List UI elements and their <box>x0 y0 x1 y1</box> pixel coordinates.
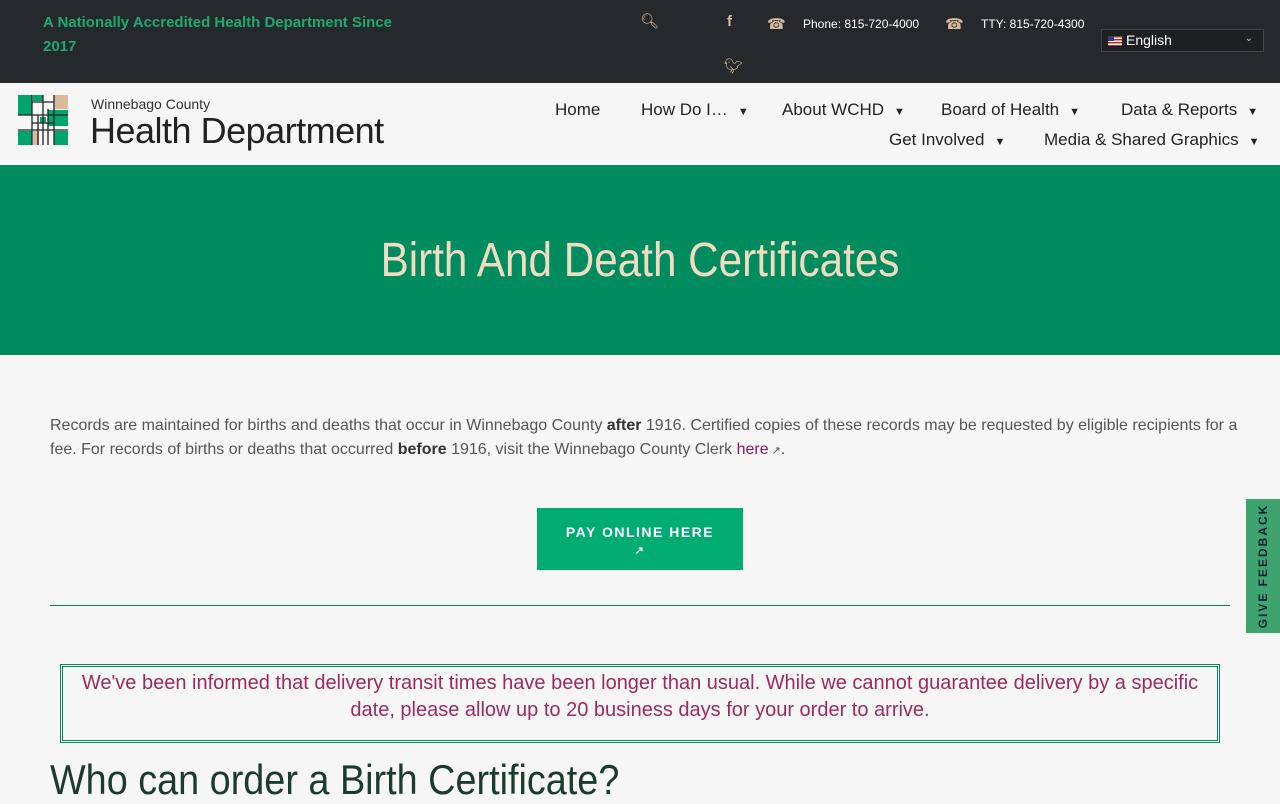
nav-board-of-health[interactable]: Board of Health ▼ <box>941 100 1080 120</box>
logo-department-text: Health Department <box>90 110 384 151</box>
nav-label: Media & Shared Graphics <box>1044 130 1239 149</box>
nav-how-do-i[interactable]: How Do I… ▼ <box>641 100 749 120</box>
intro-bold: after <box>606 417 642 434</box>
search-icon[interactable]: 🔍︎ <box>640 12 659 30</box>
caret-down-icon: ▼ <box>737 106 749 118</box>
nav-label: Data & Reports <box>1121 100 1238 119</box>
accreditation-text: A Nationally Accredited Health Departmen… <box>43 14 392 55</box>
external-link-icon: ↗ <box>768 445 781 457</box>
caret-down-icon: ▼ <box>994 136 1006 148</box>
nav-home[interactable]: Home <box>555 100 600 120</box>
intro-bold: before <box>397 441 447 458</box>
nav-label: Home <box>555 100 601 119</box>
tty-number[interactable]: TTY: 815-720-4300 <box>981 17 1084 31</box>
phone-icon: ☎ <box>945 16 964 33</box>
external-link-icon: ↗ <box>634 545 646 557</box>
language-label: English <box>1126 32 1172 48</box>
us-flag-icon <box>1108 36 1122 46</box>
nav-label: How Do I… <box>641 100 728 119</box>
facebook-icon[interactable]: f <box>727 13 732 30</box>
logo-icon[interactable] <box>18 95 68 145</box>
top-bar: A Nationally Accredited Health Departmen… <box>0 0 1280 83</box>
nav-label: Get Involved <box>889 130 985 149</box>
nav-label: About WCHD <box>782 100 885 119</box>
nav-get-involved[interactable]: Get Involved ▼ <box>889 130 1005 150</box>
caret-down-icon: ▼ <box>894 106 905 118</box>
nav-media[interactable]: Media & Shared Graphics ▼ <box>1044 130 1260 150</box>
intro-text: . <box>780 441 786 458</box>
nav-label: Board of Health <box>941 100 1060 119</box>
pay-button-label: PAY ONLINE HERE <box>565 524 715 540</box>
caret-down-icon: ▼ <box>1247 106 1259 118</box>
page-title: Birth And Death Certificates <box>380 234 900 287</box>
divider <box>50 605 1230 606</box>
hero-banner: Birth And Death Certificates <box>0 165 1280 355</box>
feedback-label: GIVE FEEDBACK <box>1256 503 1270 629</box>
section-heading: Who can order a Birth Certificate? <box>50 756 620 803</box>
pay-online-button[interactable]: PAY ONLINE HERE ↗ <box>537 508 743 570</box>
intro-text: Records are maintained for births and de… <box>50 417 607 434</box>
site-header: Winnebago County Health Department Home … <box>0 83 1280 165</box>
phone-number[interactable]: Phone: 815-720-4000 <box>803 17 919 31</box>
chevron-down-icon: ⌄ <box>1244 33 1253 44</box>
intro-text: 1916, visit the Winnebago County Clerk <box>446 441 737 458</box>
intro-paragraph: Records are maintained for births and de… <box>50 414 1240 463</box>
county-clerk-link[interactable]: here <box>737 441 769 458</box>
nav-about[interactable]: About WCHD ▼ <box>782 100 905 120</box>
delivery-notice: We've been informed that delivery transi… <box>60 664 1220 743</box>
nav-data-reports[interactable]: Data & Reports ▼ <box>1121 100 1258 120</box>
language-select[interactable]: English ⌄ <box>1101 29 1264 52</box>
give-feedback-tab[interactable]: GIVE FEEDBACK <box>1246 499 1280 633</box>
caret-down-icon: ▼ <box>1069 106 1081 118</box>
twitter-icon[interactable]: 🐦︎ <box>724 57 743 75</box>
caret-down-icon: ▼ <box>1248 136 1260 148</box>
phone-icon: ☎ <box>767 16 786 33</box>
